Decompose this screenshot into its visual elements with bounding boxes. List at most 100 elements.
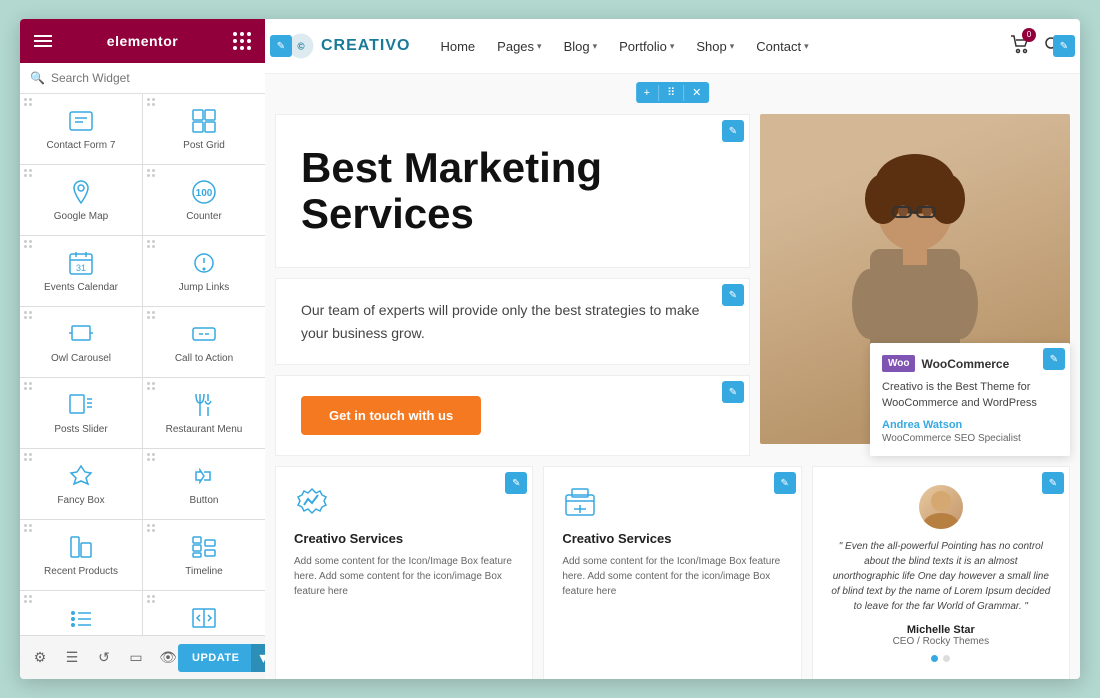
nav-blog[interactable]: Blog ▾ <box>564 39 598 54</box>
posts-slider-label: Posts Slider <box>54 424 107 436</box>
recent-products-label: Recent Products <box>44 566 118 578</box>
widget-post-grid[interactable]: Post Grid <box>143 94 265 164</box>
widget-jump-links[interactable]: Jump Links <box>143 236 265 306</box>
preview-panel: ✎ © CREATIVO Home Pages ▾ Blog <box>265 19 1080 679</box>
elementor-title: elementor <box>107 33 178 49</box>
cart-icon[interactable]: 0 <box>1010 34 1030 59</box>
widget-counter[interactable]: 100 Counter <box>143 165 265 235</box>
nav-shop[interactable]: Shop ▾ <box>696 39 734 54</box>
button-widget-icon <box>188 461 220 490</box>
owl-carousel-label: Owl Carousel <box>51 353 111 365</box>
title-edit-button[interactable]: ✎ <box>722 120 744 142</box>
elementor-panel: elementor 🔍 Contact Form 7 <box>20 19 265 679</box>
bottom-icons-group: ⚙ ☰ ↺ ▭ 👁 <box>30 648 178 668</box>
search-input[interactable] <box>51 71 255 85</box>
dot-2[interactable] <box>943 655 950 662</box>
hamburger-menu[interactable] <box>34 35 52 47</box>
testimonial-author-name: Michelle Star <box>831 624 1051 636</box>
counter-label: Counter <box>186 211 222 223</box>
service-2-title: Creativo Services <box>562 531 782 546</box>
service-1-edit[interactable]: ✎ <box>505 472 527 494</box>
content-area: + ⠿ ✕ ✎ Best Marketing Services ✎ <box>265 74 1080 679</box>
widget-owl-carousel[interactable]: Owl Carousel <box>20 307 142 377</box>
widgets-grid: Contact Form 7 Post Grid Google Map <box>20 94 265 635</box>
woo-author-role: WooCommerce SEO Specialist <box>882 433 1058 444</box>
call-to-action-label: Call to Action <box>175 353 233 365</box>
nav-links: Home Pages ▾ Blog ▾ Portfolio ▾ Shop ▾ <box>440 39 1010 54</box>
service-2-edit[interactable]: ✎ <box>774 472 796 494</box>
blog-chevron: ▾ <box>593 41 598 52</box>
widget-contact-form[interactable]: Contact Form 7 <box>20 94 142 164</box>
portfolio-chevron: ▾ <box>670 41 675 52</box>
nav-home[interactable]: Home <box>440 39 475 54</box>
widget-recent-products[interactable]: Recent Products <box>20 520 142 590</box>
hero-title: Best Marketing Services <box>301 145 724 237</box>
service-2-icon <box>562 485 598 521</box>
shop-chevron: ▾ <box>730 41 735 52</box>
posts-slider-icon <box>65 390 97 419</box>
widget-before-after[interactable]: Before After Image <box>143 591 265 635</box>
woo-logo: Woo WooCommerce <box>882 355 1058 372</box>
cart-badge: 0 <box>1022 28 1036 42</box>
service-2-text: Add some content for the Icon/Image Box … <box>562 554 782 599</box>
widget-restaurant-menu[interactable]: Restaurant Menu <box>143 378 265 448</box>
logo-text: CREATIVO <box>321 37 410 55</box>
woo-logo-text: WooCommerce <box>921 357 1009 371</box>
section-drag-button[interactable]: ⠿ <box>659 82 683 103</box>
nav-contact[interactable]: Contact ▾ <box>756 39 808 54</box>
contact-form-label: Contact Form 7 <box>47 140 116 152</box>
section-close-button[interactable]: ✕ <box>684 82 709 103</box>
cta-button[interactable]: Get in touch with us <box>301 396 481 435</box>
testimonial-edit[interactable]: ✎ <box>1042 472 1064 494</box>
grid-menu-icon[interactable] <box>233 32 251 50</box>
widget-timeline[interactable]: Timeline <box>143 520 265 590</box>
google-map-icon <box>65 177 97 206</box>
settings-icon[interactable]: ⚙ <box>30 648 50 668</box>
service-1-title: Creativo Services <box>294 531 514 546</box>
section-add-button[interactable]: + <box>636 83 658 103</box>
history-icon[interactable]: ↺ <box>94 648 114 668</box>
nav-edit-right-button[interactable]: ✎ <box>1053 35 1075 57</box>
widget-search-bar[interactable]: 🔍 <box>20 63 265 94</box>
widget-icon-list[interactable]: Icon List <box>20 591 142 635</box>
widget-events-calendar[interactable]: 31 Events Calendar <box>20 236 142 306</box>
service-card-1: ✎ Creativo Services Add some content for… <box>275 466 533 679</box>
widget-fancy-box[interactable]: Fancy Box <box>20 449 142 519</box>
service-1-icon <box>294 485 330 521</box>
hero-title-box: ✎ Best Marketing Services <box>275 114 750 268</box>
hero-cta-box: ✎ Get in touch with us <box>275 375 750 456</box>
cta-edit-button[interactable]: ✎ <box>722 381 744 403</box>
woo-description: Creativo is the Best Theme for WooCommer… <box>882 380 1058 411</box>
fancy-box-label: Fancy Box <box>57 495 104 507</box>
call-to-action-icon <box>188 319 220 348</box>
hero-right-col: ✎ Woo WooCommerce Creativo is the Best T… <box>760 114 1070 456</box>
responsive-icon[interactable]: ▭ <box>126 648 146 668</box>
dot-1[interactable] <box>931 655 938 662</box>
layers-icon[interactable]: ☰ <box>62 648 82 668</box>
button-label: Button <box>190 495 219 507</box>
testimonial-avatar <box>919 485 963 529</box>
testimonial-dots <box>831 655 1051 662</box>
woo-logo-icon: Woo <box>882 355 915 372</box>
widget-call-to-action[interactable]: Call to Action <box>143 307 265 377</box>
elementor-header: elementor <box>20 19 265 63</box>
site-logo: © CREATIVO <box>285 30 410 62</box>
nav-portfolio[interactable]: Portfolio ▾ <box>619 39 674 54</box>
nav-pages[interactable]: Pages ▾ <box>497 39 541 54</box>
nav-edit-left-button[interactable]: ✎ <box>270 35 292 57</box>
text-edit-button[interactable]: ✎ <box>722 284 744 306</box>
events-calendar-label: Events Calendar <box>44 282 118 294</box>
fancy-box-icon <box>65 461 97 490</box>
widget-google-map[interactable]: Google Map <box>20 165 142 235</box>
recent-products-icon <box>65 532 97 561</box>
preview-icon[interactable]: 👁 <box>158 648 178 668</box>
pages-chevron: ▾ <box>537 41 542 52</box>
restaurant-menu-label: Restaurant Menu <box>166 424 243 436</box>
testimonial-card: ✎ " Even the all-powerful Pointing has n… <box>812 466 1070 679</box>
widget-button[interactable]: Button <box>143 449 265 519</box>
update-button[interactable]: UPDATE <box>178 644 253 672</box>
widget-posts-slider[interactable]: Posts Slider <box>20 378 142 448</box>
contact-chevron: ▾ <box>804 41 809 52</box>
woo-edit-button[interactable]: ✎ <box>1043 348 1065 370</box>
hero-section: ✎ Best Marketing Services ✎ Our team of … <box>275 114 1070 456</box>
